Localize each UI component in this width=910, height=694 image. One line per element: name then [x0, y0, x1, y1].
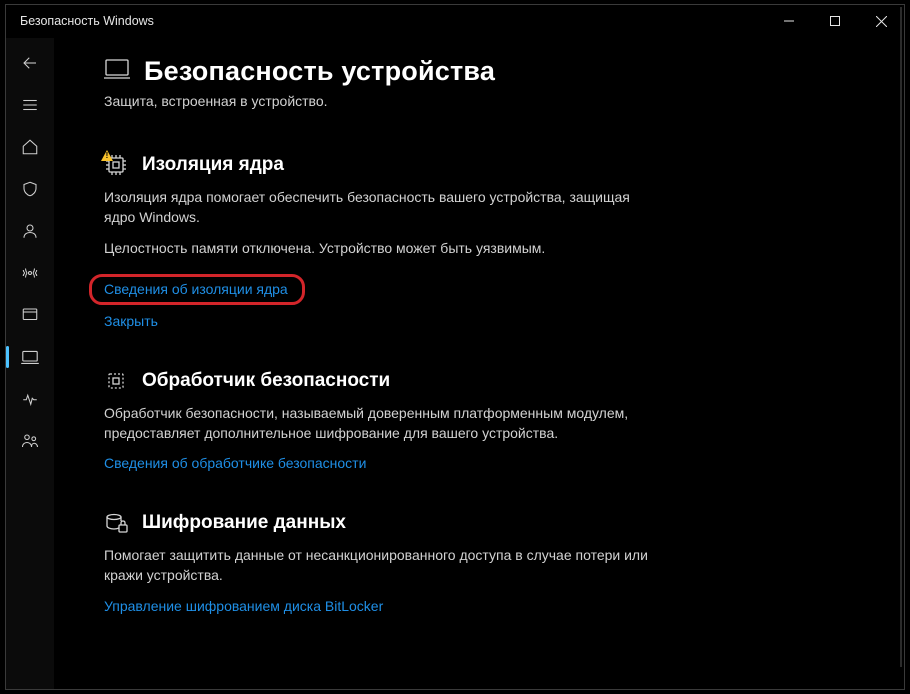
app-window: Безопасность Windows — [5, 4, 905, 690]
data-encryption-description: Помогает защитить данные от несанкционир… — [104, 545, 664, 586]
page-header: Безопасность устройства — [104, 56, 874, 87]
nav-home[interactable] — [6, 126, 54, 168]
warning-badge-icon — [101, 150, 113, 161]
maximize-button[interactable] — [812, 5, 858, 37]
back-button[interactable] — [6, 42, 54, 84]
section-data-encryption: Шифрование данных Помогает защитить данн… — [104, 511, 664, 614]
nav-virus-protection[interactable] — [6, 168, 54, 210]
data-encryption-manage-link[interactable]: Управление шифрованием диска BitLocker — [104, 598, 664, 614]
security-processor-heading: Обработчик безопасности — [142, 370, 390, 392]
core-isolation-icon — [104, 153, 128, 177]
nav-rail — [6, 38, 54, 689]
security-processor-description: Обработчик безопасности, называемый дове… — [104, 403, 664, 444]
window-controls — [766, 5, 904, 37]
core-isolation-warning: Целостность памяти отключена. Устройство… — [104, 240, 664, 256]
nav-account-protection[interactable] — [6, 210, 54, 252]
security-processor-icon — [104, 369, 128, 393]
nav-firewall[interactable] — [6, 252, 54, 294]
section-security-processor: Обработчик безопасности Обработчик безоп… — [104, 369, 664, 472]
security-processor-details-link[interactable]: Сведения об обработчике безопасности — [104, 455, 664, 471]
core-isolation-close-link[interactable]: Закрыть — [104, 313, 664, 329]
hamburger-button[interactable] — [6, 84, 54, 126]
nav-family-options[interactable] — [6, 420, 54, 462]
data-encryption-heading: Шифрование данных — [142, 512, 346, 534]
device-security-icon — [104, 58, 130, 85]
minimize-button[interactable] — [766, 5, 812, 37]
data-encryption-icon — [104, 511, 128, 535]
content-area: Безопасность устройства Защита, встроенн… — [54, 38, 904, 689]
core-isolation-description: Изоляция ядра помогает обеспечить безопа… — [104, 187, 664, 228]
nav-app-browser-control[interactable] — [6, 294, 54, 336]
close-button[interactable] — [858, 5, 904, 37]
scrollbar[interactable] — [900, 7, 902, 667]
nav-device-performance[interactable] — [6, 378, 54, 420]
core-isolation-details-link[interactable]: Сведения об изоляции ядра — [89, 274, 305, 305]
page-title: Безопасность устройства — [144, 56, 495, 87]
nav-device-security[interactable] — [6, 336, 54, 378]
core-isolation-heading: Изоляция ядра — [142, 154, 284, 176]
titlebar: Безопасность Windows — [6, 5, 904, 37]
page-subtitle: Защита, встроенная в устройство. — [104, 93, 874, 109]
app-title: Безопасность Windows — [20, 14, 154, 28]
section-core-isolation: Изоляция ядра Изоляция ядра помогает обе… — [104, 153, 664, 329]
